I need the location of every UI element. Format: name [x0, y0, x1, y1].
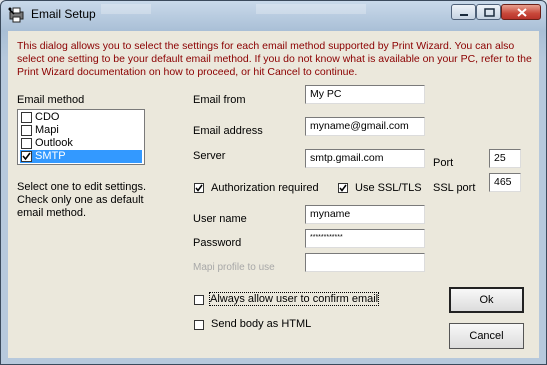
minimize-icon	[460, 14, 468, 16]
check-icon	[22, 152, 31, 161]
checkbox[interactable]	[21, 125, 32, 136]
email-from-field[interactable]: My PC	[305, 85, 425, 104]
list-item-outlook[interactable]: Outlook	[20, 137, 142, 150]
ssl-port-label: SSL port	[433, 182, 476, 194]
use-ssl-tls-checkbox[interactable]	[338, 183, 348, 193]
email-method-list[interactable]: CDO Mapi Outlook SMTP	[17, 109, 145, 165]
email-address-label: Email address	[193, 125, 263, 137]
maximize-button[interactable]	[476, 4, 501, 20]
check-icon	[195, 184, 203, 192]
password-field[interactable]: ************	[305, 229, 425, 248]
dialog-client-area: This dialog allows you to select the set…	[8, 31, 539, 358]
email-setup-window: Email Setup This dialog allows you to se…	[0, 0, 547, 365]
password-label: Password	[193, 237, 242, 249]
ssl-port-field[interactable]: 465	[489, 173, 521, 192]
email-address-field[interactable]: myname@gmail.com	[305, 117, 425, 136]
email-method-label: Email method	[17, 94, 85, 106]
port-field[interactable]: 25	[489, 149, 521, 168]
email-method-help-line: Select one to edit settings.	[17, 181, 147, 193]
server-field[interactable]: smtp.gmail.com	[305, 149, 425, 168]
send-body-html-checkbox[interactable]	[194, 320, 204, 330]
maximize-icon	[484, 8, 495, 17]
checkbox[interactable]	[21, 112, 32, 123]
port-label: Port	[433, 157, 454, 169]
mapi-profile-label: Mapi profile to use	[193, 262, 275, 273]
list-item-mapi[interactable]: Mapi	[20, 124, 142, 137]
title-bar[interactable]: Email Setup	[1, 1, 546, 29]
list-item-label: SMTP	[35, 150, 66, 162]
user-name-label: User name	[193, 213, 247, 225]
info-text: This dialog allows you to select the set…	[17, 40, 532, 78]
cancel-button[interactable]: Cancel	[449, 323, 524, 349]
authorization-required-checkbox[interactable]	[194, 183, 204, 193]
always-allow-confirm-checkbox[interactable]	[194, 295, 204, 305]
use-ssl-tls-label: Use SSL/TLS	[355, 182, 422, 194]
list-item-label: Mapi	[35, 124, 59, 136]
check-icon	[339, 184, 347, 192]
send-body-html-label: Send body as HTML	[211, 318, 312, 330]
ok-button[interactable]: Ok	[449, 287, 524, 313]
list-item-label: CDO	[35, 111, 60, 123]
printer-wizard-icon	[8, 6, 26, 24]
email-method-help-line: email method.	[17, 207, 87, 219]
window-title: Email Setup	[31, 7, 96, 21]
server-label: Server	[193, 150, 226, 162]
email-method-help-line: Check only one as default	[17, 194, 144, 206]
list-item-smtp[interactable]: SMTP	[20, 150, 142, 163]
authorization-required-label: Authorization required	[211, 182, 319, 194]
list-item-label: Outlook	[35, 137, 73, 149]
close-icon	[517, 8, 527, 17]
background-title-ghost	[101, 4, 151, 14]
list-item-cdo[interactable]: CDO	[20, 111, 142, 124]
user-name-field[interactable]: myname	[305, 205, 425, 224]
close-button[interactable]	[501, 4, 541, 20]
checkbox[interactable]	[21, 138, 32, 149]
always-allow-confirm-label: Always allow user to confirm email	[208, 292, 380, 306]
checkbox-checked[interactable]	[21, 151, 32, 162]
minimize-button[interactable]	[451, 4, 476, 20]
background-title-ghost	[256, 4, 366, 14]
mapi-profile-field[interactable]	[305, 253, 425, 272]
email-from-label: Email from	[193, 94, 246, 106]
